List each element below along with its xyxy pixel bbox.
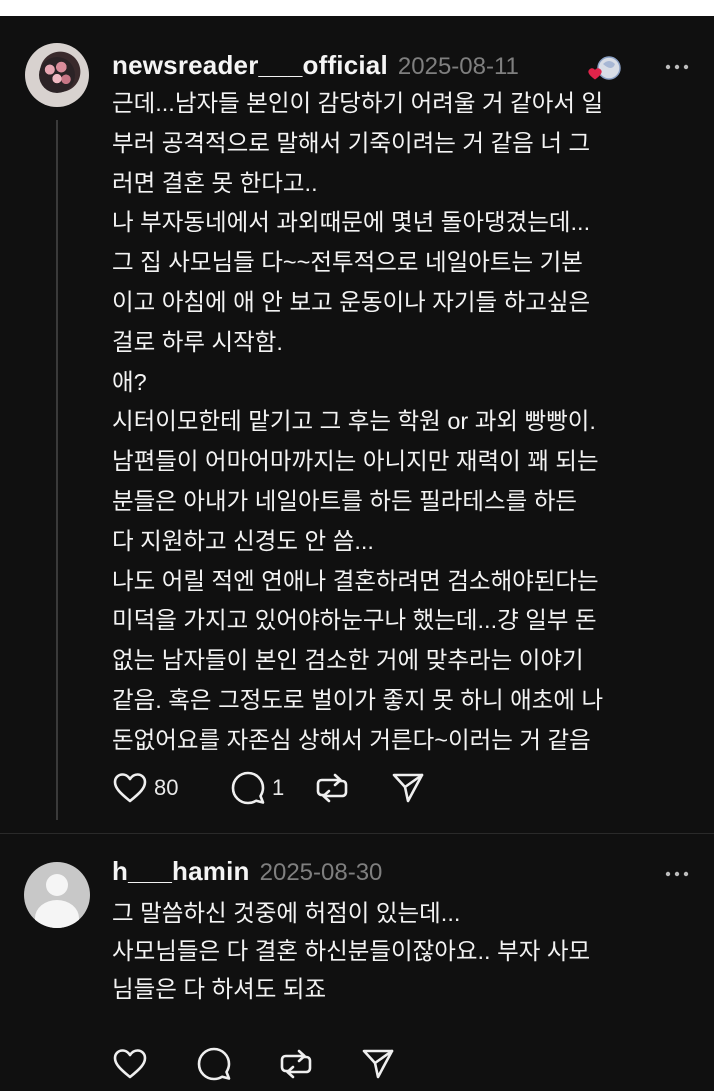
post-line: 남편들이 어마어마까지는 아니지만 재력이 꽤 되는 (112, 448, 599, 475)
repost-icon (316, 773, 348, 803)
post-line: 애? (112, 368, 147, 395)
post-line: 나 부자동네에서 과외때문에 몇년 돌아댕겼는데... (112, 209, 591, 236)
post-line: 돈없어요를 자존심 상해서 거른다~이러는 거 같음 (112, 726, 591, 753)
share-button[interactable] (360, 1044, 396, 1084)
reply-count: 1 (272, 775, 285, 800)
like-button[interactable] (112, 1044, 148, 1084)
repost-icon (280, 1049, 312, 1079)
more-options-icon[interactable] (662, 52, 692, 82)
heart-icon (113, 773, 147, 803)
post-line: 시터이모한테 맡기고 그 후는 학원 or 과외 빵빵이. (112, 408, 596, 435)
post-line: 이고 아침에 애 안 보고 운동이나 자기들 하고싶은 (112, 288, 591, 315)
post-line: 걸로 하루 시작함. (112, 328, 283, 355)
post-line: 그 말씀하신 것중에 허점이 있는데... (112, 900, 461, 926)
post-date: 2025-08-30 (259, 859, 383, 886)
post-line: 그 집 사모님들 다~~전투적으로 네일아트는 기본 (112, 249, 583, 276)
post-actions (112, 1044, 396, 1084)
post-line: 사모님들은 다 결혼 하신분들이잖아요.. 부자 사모 (112, 938, 591, 964)
post-2: h___hamin 2025-08-30 그 말씀하신 것중에 허점이 있는데..… (0, 834, 714, 1091)
post-body: 근데...남자들 본인이 감당하기 어려울 거 같아서 일 부러 공격적으로 말… (112, 84, 702, 761)
post-body: 그 말씀하신 것중에 허점이 있는데... 사모님들은 다 결혼 하신분들이잖아… (112, 894, 702, 1008)
post-line: 미덕을 가지고 있어야하눈구나 했는데...걍 일부 돈 (112, 607, 597, 634)
post-line: 님들은 다 하셔도 되죠 (112, 976, 327, 1002)
like-count: 80 (154, 775, 179, 800)
default-avatar-body (35, 900, 79, 928)
post-1: newsreader___official 2025-08-11 근데...남자들… (0, 16, 714, 834)
post-line: 러면 결혼 못 한다고.. (112, 169, 318, 196)
default-avatar-head (46, 874, 68, 896)
post-header: h___hamin 2025-08-30 (112, 856, 382, 892)
comment-icon (197, 1047, 231, 1081)
reply-button[interactable]: 1 (230, 768, 300, 808)
like-button[interactable]: 80 (112, 768, 192, 808)
more-options-icon[interactable] (662, 859, 692, 889)
comment-icon (231, 771, 265, 805)
heart-icon (113, 1049, 147, 1079)
repost-button[interactable] (314, 768, 350, 808)
share-button[interactable] (390, 768, 426, 808)
avatar-image (39, 57, 75, 93)
reply-button[interactable] (196, 1044, 232, 1084)
avatar[interactable] (24, 862, 90, 928)
heart-badge-icon (586, 54, 626, 84)
post-actions: 80 1 (112, 768, 426, 808)
post-line: 부러 공격적으로 말해서 기죽이려는 거 같음 너 그 (112, 129, 591, 156)
avatar[interactable] (25, 43, 89, 107)
repost-button[interactable] (278, 1044, 314, 1084)
post-line: 근데...남자들 본인이 감당하기 어려울 거 같아서 일 (112, 90, 604, 116)
post-line: 없는 남자들이 본인 검소한 거에 맞추라는 이야기 (112, 647, 584, 674)
share-icon (392, 773, 424, 803)
share-icon (362, 1049, 394, 1079)
post-line: 나도 어릴 적엔 연애나 결혼하려면 검소해야된다는 (112, 567, 599, 594)
post-header: newsreader___official 2025-08-11 (112, 50, 519, 86)
thread-connector-line (56, 120, 58, 820)
thread-screen: newsreader___official 2025-08-11 근데...남자들… (0, 16, 714, 1091)
username[interactable]: h___hamin (112, 856, 250, 886)
post-date: 2025-08-11 (397, 53, 519, 80)
post-line: 다 지원하고 신경도 안 씀... (112, 527, 374, 554)
post-line: 같음. 혹은 그정도로 벌이가 좋지 못 하니 애초에 나 (112, 686, 604, 713)
username[interactable]: newsreader___official (112, 50, 388, 80)
post-line: 분들은 아내가 네일아트를 하든 필라테스를 하든 (112, 487, 578, 514)
